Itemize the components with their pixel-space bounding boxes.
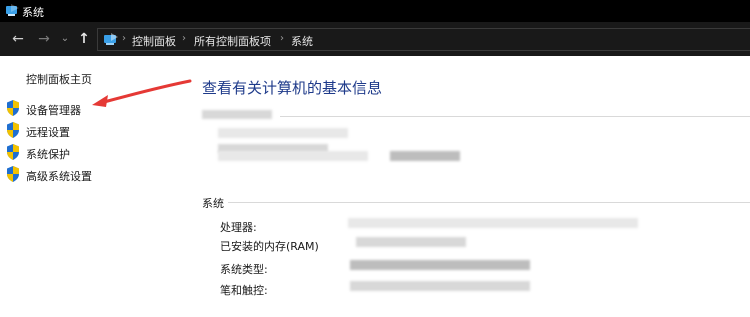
breadcrumb-separator: › xyxy=(122,33,126,44)
sidebar-item-label: 远程设置 xyxy=(26,126,70,139)
uac-shield-icon xyxy=(7,166,19,182)
sidebar-item-label: 设备管理器 xyxy=(26,104,81,117)
redacted-text xyxy=(218,128,348,138)
redacted-value xyxy=(356,237,466,247)
label-system-type: 系统类型: xyxy=(220,263,268,276)
sidebar-item-label: 高级系统设置 xyxy=(26,170,92,183)
uac-shield-icon xyxy=(7,100,19,116)
breadcrumb-system[interactable]: 系统 xyxy=(291,33,313,49)
breadcrumb-all-items[interactable]: 所有控制面板项 xyxy=(194,33,271,49)
system-app-icon xyxy=(6,4,19,16)
control-panel-home-link[interactable]: 控制面板主页 xyxy=(26,71,92,87)
window-title: 系统 xyxy=(22,6,44,19)
breadcrumb-control-panel[interactable]: 控制面板 xyxy=(132,33,176,49)
breadcrumb-separator: › xyxy=(182,33,186,44)
control-panel-icon xyxy=(104,33,118,45)
navigation-bar: ← → ⌄ ↑ › 控制面板 › 所有控制面板项 › 系统 xyxy=(0,22,750,56)
address-bar[interactable]: › 控制面板 › 所有控制面板项 › 系统 xyxy=(97,28,750,51)
label-installed-ram: 已安装的内存(RAM) xyxy=(220,240,319,253)
label-processor: 处理器: xyxy=(220,221,257,234)
redacted-text xyxy=(218,151,368,161)
recent-locations-button[interactable]: ⌄ xyxy=(58,28,72,50)
annotation-arrow-icon xyxy=(92,79,192,107)
redacted-value xyxy=(348,218,638,228)
redacted-value xyxy=(350,260,530,270)
divider xyxy=(228,202,750,203)
sidebar-item-label: 系统保护 xyxy=(26,148,70,161)
uac-shield-icon xyxy=(7,144,19,160)
redacted-value xyxy=(350,281,530,291)
section-title-system: 系统 xyxy=(202,197,224,210)
back-button[interactable]: ← xyxy=(8,28,28,50)
uac-shield-icon xyxy=(7,122,19,138)
up-button[interactable]: ↑ xyxy=(75,28,93,50)
breadcrumb-separator: › xyxy=(280,33,284,44)
redacted-text xyxy=(390,151,460,161)
title-bar: 系统 xyxy=(0,0,750,22)
divider xyxy=(280,116,750,117)
label-pen-touch: 笔和触控: xyxy=(220,284,268,297)
redacted-text xyxy=(202,110,272,119)
forward-button[interactable]: → xyxy=(34,28,54,50)
page-title: 查看有关计算机的基本信息 xyxy=(202,79,383,97)
